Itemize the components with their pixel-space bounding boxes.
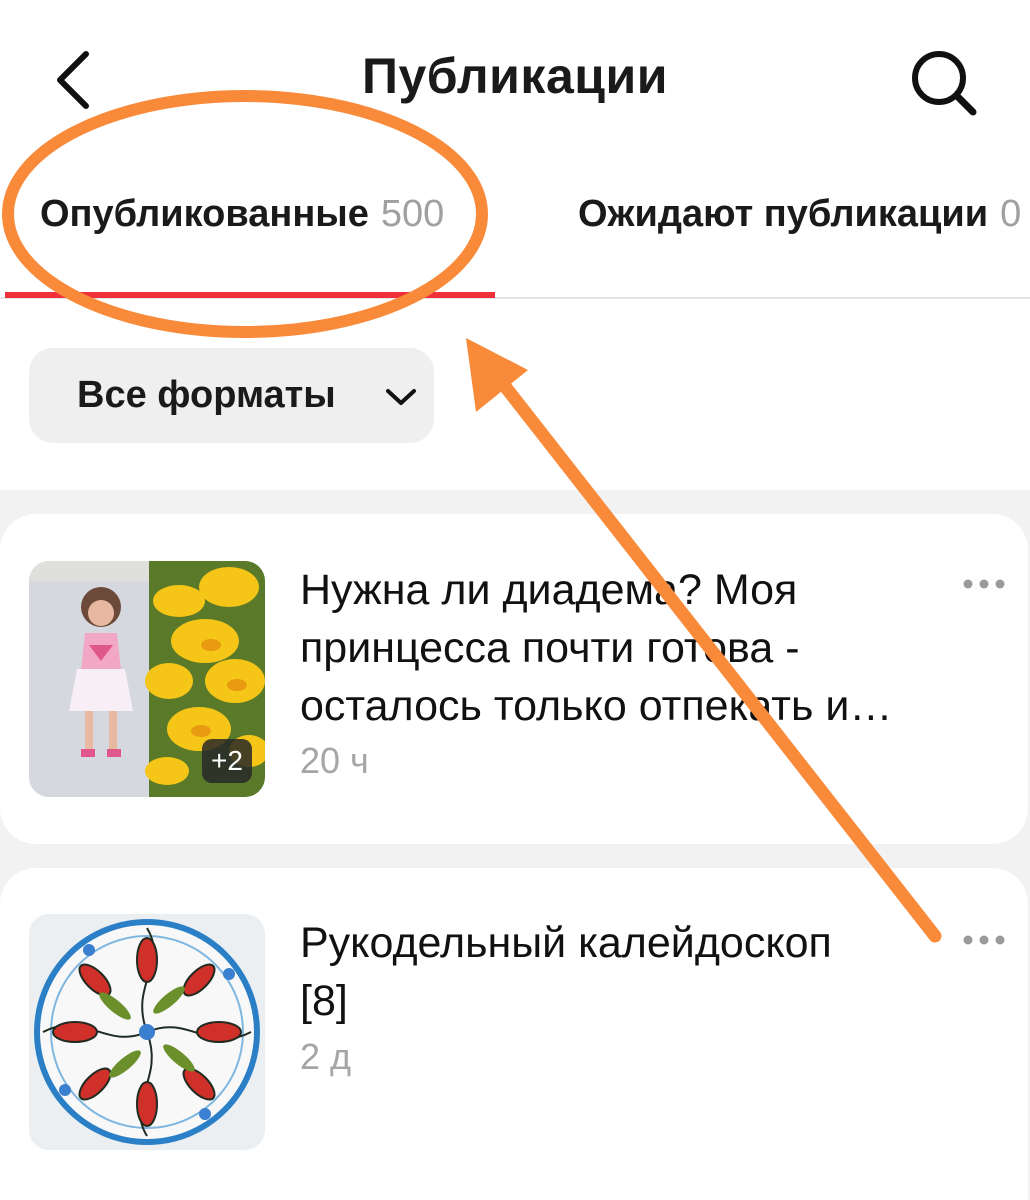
active-tab-indicator [5, 292, 495, 298]
tab-published-label: Опубликованные [40, 193, 369, 235]
post-title-line: [8] [300, 977, 348, 1025]
page-title: Публикации [362, 48, 668, 104]
post-title-line: Рукодельный калейдоскоп [300, 919, 832, 967]
post-time: 20 ч [300, 740, 369, 781]
format-filter-label: Все форматы [77, 374, 336, 416]
tab-published[interactable]: Опубликованные 500 [40, 193, 444, 236]
post-title-line: Нужна ли диадема? Моя [300, 566, 798, 614]
extra-images-badge: +2 [202, 739, 252, 783]
app-header: Публикации [0, 0, 1030, 160]
chevron-down-icon [386, 389, 416, 405]
more-horizontal-icon[interactable] [962, 930, 1006, 950]
tab-pending[interactable]: Ожидают публикации 0 [578, 193, 1021, 236]
format-filter-dropdown[interactable]: Все форматы [29, 348, 434, 443]
post-thumbnail[interactable] [29, 914, 265, 1150]
tab-published-count: 500 [380, 193, 445, 235]
post-time: 2 д [300, 1036, 352, 1077]
tab-pending-count: 0 [1000, 193, 1022, 235]
more-horizontal-icon[interactable] [962, 574, 1006, 594]
tab-pending-label: Ожидают публикации [578, 193, 989, 235]
post-title-line: принцесса почти готова - [300, 624, 800, 672]
post-title-line: осталось только отпекать и… [300, 682, 893, 730]
post-title[interactable]: Нужна ли диадема? Моя принцесса почти го… [300, 561, 960, 735]
search-icon[interactable] [905, 44, 981, 120]
post-title[interactable]: Рукодельный калейдоскоп [8] [300, 914, 960, 1030]
